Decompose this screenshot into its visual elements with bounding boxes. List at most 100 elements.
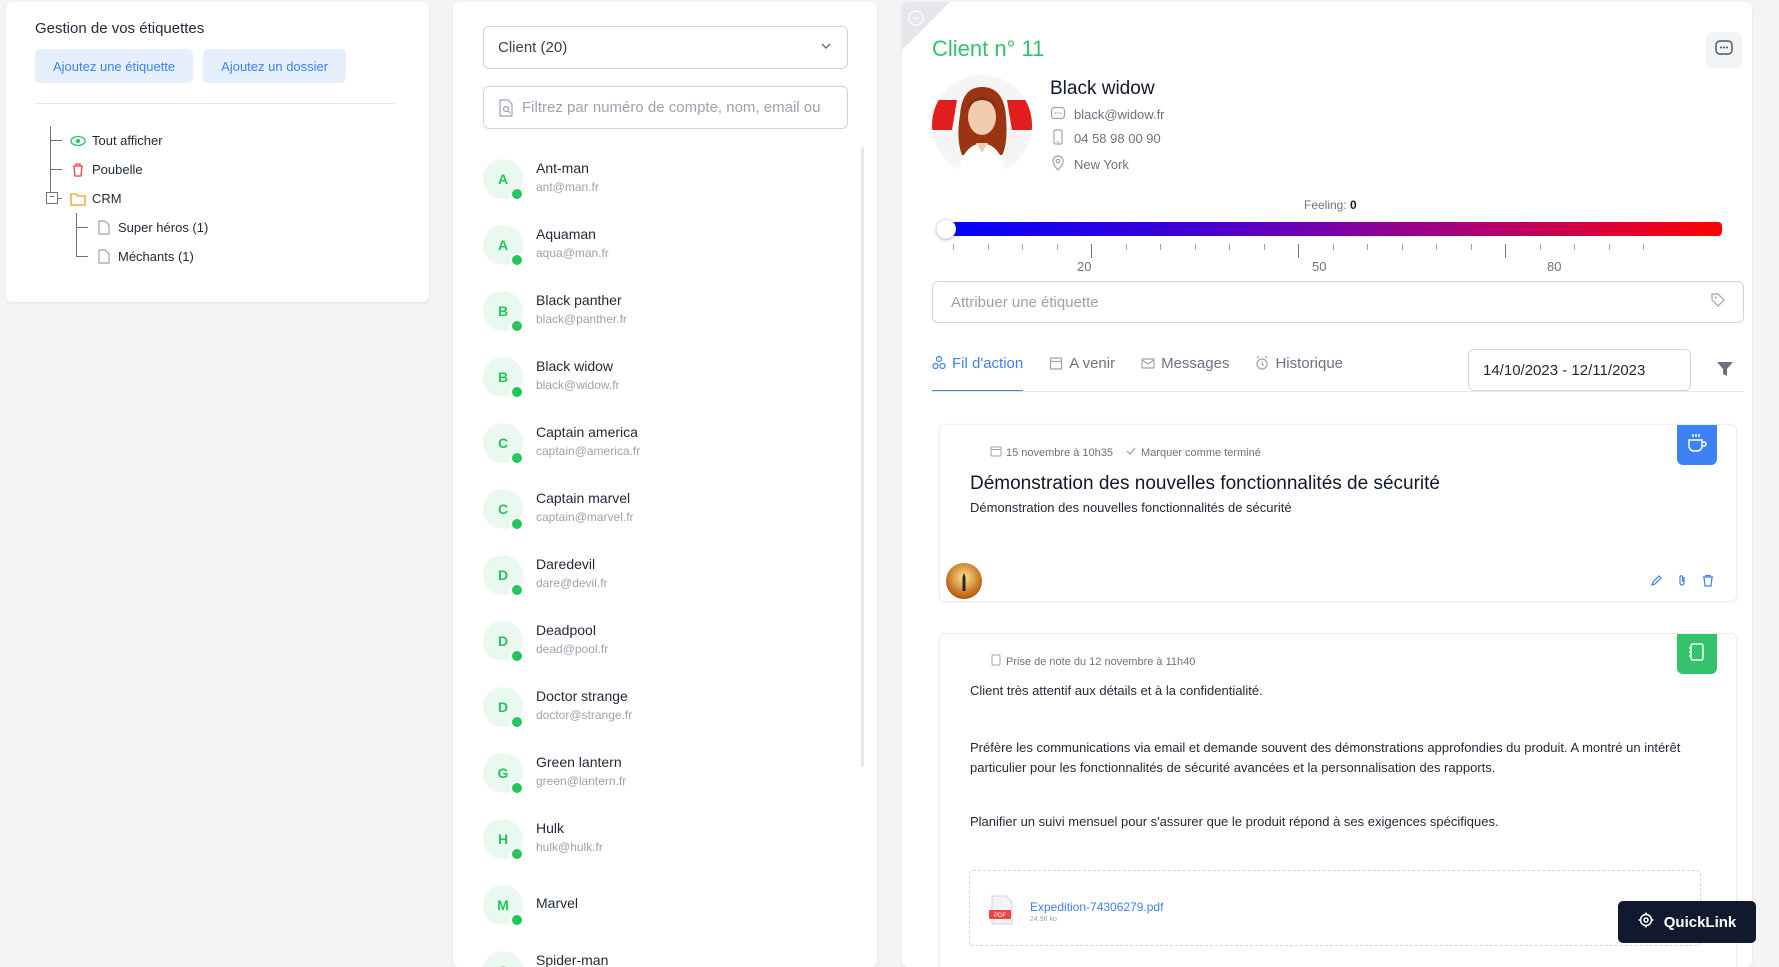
filter-icon[interactable] bbox=[1716, 360, 1734, 383]
tree-item-label: Tout afficher bbox=[92, 133, 163, 148]
avatar: S bbox=[483, 951, 523, 967]
avatar: C bbox=[483, 423, 524, 465]
list-item[interactable]: G Green lantern green@lantern.fr bbox=[483, 743, 843, 809]
status-dot bbox=[510, 583, 524, 597]
activity-tabs: Fil d'action A venir Messages Historique bbox=[932, 347, 1343, 392]
list-item[interactable]: B Black widow black@widow.fr bbox=[483, 347, 843, 413]
tree-item-show-all[interactable]: Tout afficher bbox=[35, 126, 429, 155]
list-item[interactable]: B Black panther black@panther.fr bbox=[483, 281, 843, 347]
client-city-line: New York bbox=[1050, 155, 1129, 174]
quicklink-button[interactable]: QuickLink bbox=[1618, 901, 1756, 943]
feeling-slider-track[interactable] bbox=[942, 222, 1722, 236]
attachment-icon[interactable] bbox=[1677, 574, 1688, 592]
client-email: black@panther.fr bbox=[536, 312, 627, 326]
mail-icon bbox=[1141, 355, 1155, 375]
tab-fil-action[interactable]: Fil d'action bbox=[932, 347, 1024, 392]
edit-icon[interactable] bbox=[1650, 574, 1663, 592]
clients-panel: Client (20) A Ant-man ant@man.fr A Aquama… bbox=[453, 2, 877, 967]
client-email: captain@marvel.fr bbox=[536, 510, 634, 524]
attachment-size: 24.98 ko bbox=[1030, 916, 1057, 923]
coffee-cup-icon bbox=[1686, 432, 1708, 459]
note-type-badge bbox=[1677, 634, 1717, 674]
client-name: Daredevil bbox=[536, 556, 596, 572]
slider-tick bbox=[1298, 244, 1299, 258]
avatar: M bbox=[483, 885, 524, 927]
feeling-slider-handle[interactable] bbox=[936, 219, 956, 239]
list-item[interactable]: M Marvel bbox=[483, 875, 843, 941]
chevron-down-icon bbox=[819, 39, 833, 57]
slider-tick bbox=[1401, 244, 1403, 250]
list-item[interactable]: H Hulk hulk@hulk.fr bbox=[483, 809, 843, 875]
avatar: A bbox=[483, 225, 524, 267]
client-phone-line: 04 58 98 00 90 bbox=[1050, 129, 1161, 148]
scrollbar[interactable] bbox=[861, 147, 864, 767]
list-item[interactable]: D Deadpool dead@pool.fr bbox=[483, 611, 843, 677]
slider-tick bbox=[1022, 244, 1023, 250]
list-item[interactable]: C Captain marvel captain@marvel.fr bbox=[483, 479, 843, 545]
slider-tick bbox=[1091, 244, 1092, 258]
tree-item-label: Poubelle bbox=[92, 162, 143, 177]
client-name: Green lantern bbox=[536, 754, 622, 770]
collapse-circle-icon[interactable] bbox=[908, 10, 924, 31]
card-meta: 15 novembre à 10h35 Marquer comme termin… bbox=[990, 445, 1261, 460]
tab-a-venir[interactable]: A venir bbox=[1049, 347, 1115, 392]
attachment-name[interactable]: Expedition-74306279.pdf bbox=[1030, 900, 1163, 914]
list-item[interactable]: D Doctor strange doctor@strange.fr bbox=[483, 677, 843, 743]
feeling-value: 0 bbox=[1350, 198, 1357, 212]
add-tag-button[interactable]: Ajoutez une étiquette bbox=[35, 49, 194, 83]
list-item[interactable]: A Ant-man ant@man.fr bbox=[483, 149, 843, 215]
client-email: ant@man.fr bbox=[536, 180, 599, 194]
tree-item-mechants[interactable]: Méchants (1) bbox=[35, 242, 429, 271]
tree-item-super-heros[interactable]: Super héros (1) bbox=[35, 213, 429, 242]
client-detail-panel: Client n° 11 Black widow black@widow.fr … bbox=[902, 2, 1752, 967]
tag-assign-input[interactable] bbox=[951, 293, 1651, 311]
avatar: A bbox=[483, 159, 524, 201]
slider-tick bbox=[1194, 244, 1196, 250]
date-range-picker[interactable]: 14/10/2023 - 12/11/2023 bbox=[1468, 349, 1691, 391]
tree-item-crm[interactable]: − CRM bbox=[35, 184, 429, 213]
tag-icon bbox=[1711, 292, 1725, 312]
collapse-icon[interactable]: − bbox=[46, 192, 58, 204]
avatar: C bbox=[483, 489, 524, 531]
mark-done-link[interactable]: Marquer comme terminé bbox=[1141, 447, 1261, 459]
status-dot bbox=[510, 649, 524, 663]
client-name: Aquaman bbox=[536, 226, 596, 242]
slider-tick bbox=[1160, 244, 1161, 250]
client-list: A Ant-man ant@man.fr A Aquaman aqua@man.fr… bbox=[483, 149, 843, 967]
email-icon bbox=[1050, 105, 1066, 124]
attachment[interactable]: PDF Expedition-74306279.pdf 24.98 ko bbox=[969, 870, 1701, 946]
client-email: hulk@hulk.fr bbox=[536, 840, 603, 854]
client-search-input[interactable] bbox=[522, 99, 832, 116]
status-dot bbox=[510, 187, 524, 201]
quicklink-label: QuickLink bbox=[1663, 913, 1737, 931]
trash-icon[interactable] bbox=[1702, 574, 1714, 592]
tab-historique[interactable]: Historique bbox=[1255, 347, 1343, 392]
status-dot bbox=[510, 517, 524, 531]
status-dot bbox=[510, 319, 524, 333]
status-dot bbox=[510, 715, 524, 729]
avatar bbox=[932, 75, 1032, 175]
avatar: D bbox=[483, 555, 524, 597]
client-email: dare@devil.fr bbox=[536, 576, 608, 590]
status-dot bbox=[510, 385, 524, 399]
slider-tick bbox=[953, 244, 954, 250]
tree-item-trash[interactable]: Poubelle bbox=[35, 155, 429, 184]
folder-icon bbox=[70, 191, 86, 207]
messages-button[interactable] bbox=[1706, 32, 1742, 68]
slider-tick bbox=[987, 244, 989, 250]
slider-tick bbox=[1056, 244, 1058, 250]
add-folder-button[interactable]: Ajoutez un dossier bbox=[203, 49, 347, 83]
list-item[interactable]: D Daredevil dare@devil.fr bbox=[483, 545, 843, 611]
client-name: Black panther bbox=[536, 292, 622, 308]
tree-item-label: Méchants (1) bbox=[118, 249, 194, 264]
list-item[interactable]: C Captain america captain@america.fr bbox=[483, 413, 843, 479]
slider-tick bbox=[1229, 244, 1230, 250]
status-dot bbox=[510, 913, 524, 927]
note-icon bbox=[990, 654, 1002, 669]
list-item[interactable]: A Aquaman aqua@man.fr bbox=[483, 215, 843, 281]
client-type-select[interactable]: Client (20) bbox=[483, 26, 848, 69]
slider-tick bbox=[1539, 244, 1541, 250]
client-name: Black widow bbox=[1050, 78, 1155, 99]
list-item[interactable]: S Spider-man bbox=[483, 941, 843, 967]
tab-messages[interactable]: Messages bbox=[1141, 347, 1229, 392]
